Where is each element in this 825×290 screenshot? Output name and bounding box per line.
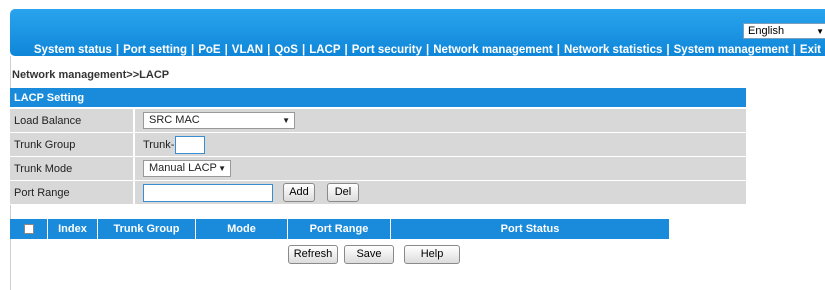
- top-header-bar: English ▼ System status | Port setting | PoE…: [10, 9, 825, 56]
- nav-separator: |: [344, 44, 348, 56]
- refresh-button[interactable]: Refresh: [288, 245, 338, 264]
- nav-separator: |: [301, 44, 306, 56]
- nav-separator: |: [792, 44, 796, 56]
- port-range-input[interactable]: [143, 183, 273, 202]
- action-buttons: Refresh Save Help: [288, 245, 460, 264]
- del-button[interactable]: Del: [327, 183, 359, 202]
- nav-separator: |: [267, 44, 271, 56]
- chevron-down-icon: ▼: [218, 164, 226, 173]
- nav-network-statistics[interactable]: Network statistics: [564, 44, 662, 56]
- col-port-range: Port Range: [288, 219, 391, 239]
- nav-exit[interactable]: Exit: [800, 44, 821, 56]
- nav-qos[interactable]: QoS: [274, 44, 298, 56]
- nav-port-security[interactable]: Port security: [352, 44, 422, 56]
- nav-lacp[interactable]: LACP: [309, 44, 340, 56]
- nav-separator: |: [666, 44, 670, 56]
- select-all-checkbox[interactable]: [23, 224, 34, 234]
- col-port-status: Port Status: [500, 223, 560, 235]
- nav-separator: |: [115, 44, 120, 56]
- language-select[interactable]: English ▼: [743, 23, 825, 39]
- help-button[interactable]: Help: [404, 245, 460, 264]
- nav-separator: |: [556, 44, 560, 56]
- trunk-mode-row: Trunk Mode Manual LACP ▼: [10, 157, 746, 181]
- load-balance-row: Load Balance SRC MAC ▼: [10, 109, 746, 133]
- trunk-mode-label: Trunk Mode: [10, 157, 135, 180]
- load-balance-select[interactable]: SRC MAC ▼: [143, 112, 295, 129]
- nav-vlan[interactable]: VLAN: [232, 44, 263, 56]
- trunk-prefix: Trunk-: [143, 138, 175, 151]
- col-trunk-group: Trunk Group: [98, 219, 196, 239]
- main-nav: System status | Port setting | PoE | VLAN | QoS |…: [10, 44, 825, 56]
- trunk-group-row: Trunk Group Trunk-: [10, 133, 746, 157]
- add-button[interactable]: Add: [283, 183, 315, 202]
- chevron-down-icon: ▼: [816, 27, 824, 36]
- trunk-group-label: Trunk Group: [10, 133, 135, 156]
- trunk-mode-select[interactable]: Manual LACP ▼: [143, 160, 231, 177]
- save-button[interactable]: Save: [344, 245, 394, 264]
- port-range-row: Port Range Add Del: [10, 181, 746, 205]
- load-balance-value: SRC MAC: [149, 114, 200, 126]
- port-range-label: Port Range: [10, 181, 135, 204]
- nav-network-management[interactable]: Network management: [433, 44, 553, 56]
- col-mode: Mode: [196, 219, 288, 239]
- nav-separator: |: [190, 44, 195, 56]
- col-index: Index: [48, 219, 98, 239]
- select-all-cell: [10, 219, 48, 239]
- lacp-setting-panel: LACP Setting Load Balance SRC MAC ▼ Trun…: [10, 88, 746, 205]
- nav-separator: |: [224, 44, 228, 56]
- panel-title: LACP Setting: [10, 88, 746, 109]
- trunk-mode-value: Manual LACP: [149, 162, 217, 174]
- nav-system-status[interactable]: System status: [34, 44, 112, 56]
- chevron-down-icon: ▼: [282, 116, 290, 125]
- language-selected: English: [748, 25, 785, 37]
- breadcrumb: Network management>>LACP: [12, 69, 170, 81]
- trunk-group-input[interactable]: [175, 135, 206, 154]
- trunk-table-header: Index Trunk Group Mode Port Range Port S…: [10, 219, 669, 239]
- nav-poe[interactable]: PoE: [198, 44, 220, 56]
- load-balance-label: Load Balance: [10, 109, 135, 132]
- nav-separator: |: [426, 44, 430, 56]
- nav-system-management[interactable]: System management: [674, 44, 789, 56]
- nav-port-setting[interactable]: Port setting: [123, 44, 187, 56]
